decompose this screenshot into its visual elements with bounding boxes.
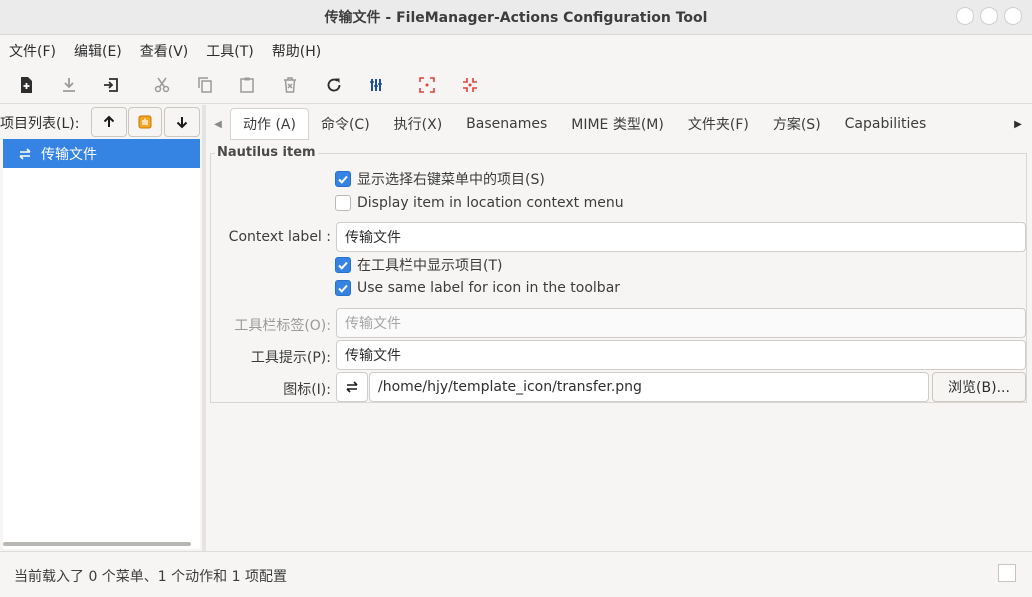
arrow-down-icon	[176, 117, 188, 129]
tab-folders[interactable]: 文件夹(F)	[676, 108, 761, 140]
title-bar: 传输文件 - FileManager-Actions Configuration…	[0, 0, 1032, 35]
delete-icon	[284, 77, 296, 93]
minimize-button[interactable]	[956, 7, 974, 25]
browse-button[interactable]: 浏览(B)...	[932, 372, 1026, 402]
icon-path-field[interactable]: /home/hjy/template_icon/transfer.png	[369, 372, 929, 402]
toolbar-show-checkbox-row[interactable]: 在工具栏中显示项目(T)	[335, 255, 502, 275]
tooltip-field[interactable]: 传输文件	[336, 340, 1026, 370]
item-list-label: 项目列表(L):	[0, 116, 80, 132]
toolbar-label-label: 工具栏标签(O):	[234, 318, 331, 334]
item-list-pane: 项目列表(L): 传输文件	[0, 105, 202, 551]
selection-menu-checkbox[interactable]	[335, 171, 351, 187]
icon-label: 图标(I):	[283, 382, 331, 398]
tab-capabilities[interactable]: Capabilities	[833, 108, 939, 140]
status-indicator	[998, 564, 1016, 582]
expand-button[interactable]	[414, 72, 440, 98]
move-up-button[interactable]	[91, 107, 127, 137]
context-label-field[interactable]: 传输文件	[336, 222, 1026, 252]
download-icon	[63, 78, 75, 92]
action-tab-content: Nautilus item 显示选择右键菜单中的项目(S) Display it…	[208, 143, 1028, 549]
close-button[interactable]	[1004, 7, 1022, 25]
tab-command[interactable]: 命令(C)	[309, 108, 382, 140]
tooltip-label: 工具提示(P):	[250, 350, 331, 366]
tab-mime-types[interactable]: MIME 类型(M)	[559, 108, 676, 140]
maximize-button[interactable]	[980, 7, 998, 25]
status-text: 当前载入了 0 个菜单、1 个动作和 1 项配置	[14, 569, 287, 585]
import-button[interactable]	[98, 72, 124, 98]
transfer-arrows-icon	[19, 147, 31, 160]
tab-basenames[interactable]: Basenames	[454, 108, 559, 140]
cut-icon	[154, 77, 170, 93]
same-label-checkbox[interactable]	[335, 280, 351, 296]
tab-schemes[interactable]: 方案(S)	[761, 108, 833, 140]
tab-scroll-right-icon[interactable]: ▶	[1006, 105, 1030, 143]
toolbar-show-checkbox[interactable]	[335, 257, 351, 273]
status-bar: 当前载入了 0 个菜单、1 个动作和 1 项配置	[0, 551, 1032, 597]
paste-icon	[240, 77, 254, 93]
app-window: 传输文件 - FileManager-Actions Configuration…	[0, 0, 1032, 597]
icon-preview	[336, 372, 368, 402]
copy-icon	[198, 77, 212, 93]
window-controls	[956, 7, 1022, 25]
columns-button[interactable]	[363, 72, 389, 98]
toolbar-label-field[interactable]: 传输文件	[336, 308, 1026, 338]
menu-bar: 文件(F) 编辑(E) 查看(V) 工具(T) 帮助(H)	[0, 36, 1032, 66]
import-icon	[104, 78, 118, 92]
new-item-button[interactable]	[13, 72, 39, 98]
tab-bar: ◀ 动作 (A) 命令(C) 执行(X) Basenames MIME 类型(M…	[206, 105, 1032, 143]
properties-pane: ◀ 动作 (A) 命令(C) 执行(X) Basenames MIME 类型(M…	[206, 105, 1032, 551]
copy-button[interactable]	[192, 72, 218, 98]
location-menu-label: Display item in location context menu	[357, 195, 624, 211]
menu-help[interactable]: 帮助(H)	[263, 41, 330, 61]
transfer-arrows-icon	[346, 381, 358, 393]
group-title: Nautilus item	[215, 145, 318, 160]
tab-action[interactable]: 动作 (A)	[230, 108, 309, 140]
selection-menu-checkbox-row[interactable]: 显示选择右键菜单中的项目(S)	[335, 169, 545, 189]
tab-scroll-left-icon[interactable]: ◀	[206, 105, 230, 143]
same-label-label: Use same label for icon in the toolbar	[357, 280, 621, 296]
delete-button[interactable]	[277, 72, 303, 98]
refresh-icon	[327, 78, 341, 92]
window-title: 传输文件 - FileManager-Actions Configuration…	[324, 10, 708, 26]
move-down-button[interactable]	[164, 107, 200, 137]
menu-file[interactable]: 文件(F)	[0, 41, 65, 61]
same-label-checkbox-row[interactable]: Use same label for icon in the toolbar	[335, 280, 620, 296]
collapse-icon	[463, 78, 477, 92]
context-label-label: Context label :	[228, 229, 331, 245]
selection-menu-label: 显示选择右键菜单中的项目(S)	[357, 172, 545, 188]
paste-button[interactable]	[234, 72, 260, 98]
location-menu-checkbox-row[interactable]: Display item in location context menu	[335, 195, 624, 211]
download-button[interactable]	[56, 72, 82, 98]
tree-scrollbar[interactable]	[3, 542, 191, 546]
checkmark-icon	[338, 284, 348, 293]
drag-button[interactable]	[128, 107, 162, 137]
location-menu-checkbox[interactable]	[335, 195, 351, 211]
arrow-up-icon	[103, 115, 115, 127]
new-item-icon	[21, 77, 32, 93]
tab-execution[interactable]: 执行(X)	[382, 108, 455, 140]
item-tree: 传输文件	[3, 139, 200, 549]
menu-edit[interactable]: 编辑(E)	[65, 41, 131, 61]
menu-tools[interactable]: 工具(T)	[197, 41, 262, 61]
checkmark-icon	[338, 261, 348, 270]
toolbar-show-label: 在工具栏中显示项目(T)	[357, 258, 503, 274]
tree-item[interactable]: 传输文件	[3, 139, 200, 168]
nautilus-item-group: Nautilus item 显示选择右键菜单中的项目(S) Display it…	[210, 145, 1027, 403]
checkmark-icon	[338, 175, 348, 184]
columns-icon	[370, 79, 382, 91]
hand-icon	[138, 115, 152, 129]
collapse-button[interactable]	[457, 72, 483, 98]
toolbar	[0, 66, 1032, 104]
expand-icon	[419, 77, 435, 93]
menu-view[interactable]: 查看(V)	[131, 41, 198, 61]
refresh-button[interactable]	[321, 72, 347, 98]
tree-item-label: 传输文件	[41, 146, 97, 163]
cut-button[interactable]	[149, 72, 175, 98]
